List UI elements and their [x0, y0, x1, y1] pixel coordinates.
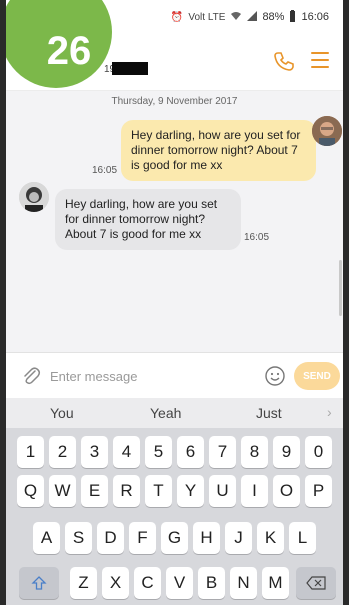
- attach-button[interactable]: [20, 365, 42, 387]
- key-g[interactable]: G: [161, 522, 188, 554]
- key-3[interactable]: 3: [81, 436, 108, 468]
- phone-icon: [274, 52, 294, 71]
- key-x[interactable]: X: [102, 567, 129, 599]
- signal-icon: [247, 10, 258, 24]
- key-y[interactable]: Y: [177, 475, 204, 507]
- key-p[interactable]: P: [305, 475, 332, 507]
- key-5[interactable]: 5: [145, 436, 172, 468]
- key-u[interactable]: U: [209, 475, 236, 507]
- network-label: Volt LTE: [188, 11, 226, 23]
- keyboard: 1 2 3 4 5 6 7 8 9 0 Q W E R T Y U I O P …: [6, 428, 343, 605]
- key-b[interactable]: B: [198, 567, 225, 599]
- key-7[interactable]: 7: [209, 436, 236, 468]
- suggestion-item[interactable]: Yeah: [150, 405, 181, 421]
- key-c[interactable]: C: [134, 567, 161, 599]
- key-6[interactable]: 6: [177, 436, 204, 468]
- alarm-icon: ⏰: [170, 11, 184, 23]
- chevron-right-icon[interactable]: ›: [327, 404, 332, 420]
- key-s[interactable]: S: [65, 522, 92, 554]
- key-4[interactable]: 4: [113, 436, 140, 468]
- key-d[interactable]: D: [97, 522, 124, 554]
- shift-icon: [31, 576, 47, 590]
- smiley-icon: [265, 366, 285, 386]
- sent-message-bubble[interactable]: Hey darling, how are you set for dinner …: [121, 120, 316, 181]
- suggestion-item[interactable]: You: [50, 405, 74, 421]
- key-w[interactable]: W: [49, 475, 76, 507]
- menu-icon: [311, 52, 329, 54]
- battery-icon: [289, 9, 296, 25]
- sent-message-time: 16:05: [92, 165, 118, 176]
- key-t[interactable]: T: [145, 475, 172, 507]
- key-r[interactable]: R: [113, 475, 140, 507]
- key-f[interactable]: F: [129, 522, 156, 554]
- contact-name-redaction: [112, 62, 148, 75]
- send-button[interactable]: SEND: [294, 362, 340, 390]
- message-input[interactable]: [48, 364, 252, 388]
- received-message-bubble[interactable]: Hey darling, how are you set for dinner …: [55, 189, 241, 250]
- key-8[interactable]: 8: [241, 436, 268, 468]
- contact-avatar[interactable]: [19, 182, 49, 212]
- received-message-time: 16:05: [244, 232, 270, 243]
- call-button[interactable]: [273, 50, 295, 72]
- key-i[interactable]: I: [241, 475, 268, 507]
- date-divider: Thursday, 9 November 2017: [111, 96, 238, 107]
- message-list[interactable]: Thursday, 9 November 2017 Hey darling, h…: [6, 90, 343, 352]
- shift-key[interactable]: [19, 567, 59, 599]
- key-k[interactable]: K: [257, 522, 284, 554]
- menu-button[interactable]: [311, 52, 329, 68]
- key-q[interactable]: Q: [17, 475, 44, 507]
- key-m[interactable]: M: [262, 567, 289, 599]
- key-v[interactable]: V: [166, 567, 193, 599]
- status-time: 16:06: [301, 11, 329, 23]
- message-composer: SEND: [6, 352, 343, 399]
- key-a[interactable]: A: [33, 522, 60, 554]
- backspace-icon: [306, 576, 326, 590]
- paperclip-icon: [24, 367, 41, 385]
- key-l[interactable]: L: [289, 522, 316, 554]
- emoji-button[interactable]: [264, 365, 286, 387]
- key-9[interactable]: 9: [273, 436, 300, 468]
- backspace-key[interactable]: [296, 567, 336, 599]
- sender-avatar: [312, 116, 342, 146]
- key-z[interactable]: Z: [70, 567, 97, 599]
- key-1[interactable]: 1: [17, 436, 44, 468]
- key-0[interactable]: 0: [305, 436, 332, 468]
- phone-screen: ⏰ Volt LTE 88% 16:06 1 9 Thursday, 9 Nove…: [6, 0, 343, 605]
- key-2[interactable]: 2: [49, 436, 76, 468]
- battery-percent: 88%: [262, 11, 285, 23]
- key-e[interactable]: E: [81, 475, 108, 507]
- scrollbar[interactable]: [339, 260, 342, 316]
- key-n[interactable]: N: [230, 567, 257, 599]
- key-h[interactable]: H: [193, 522, 220, 554]
- suggestion-item[interactable]: Just: [256, 405, 282, 421]
- suggestion-bar: You Yeah Just ›: [6, 398, 343, 428]
- key-o[interactable]: O: [273, 475, 300, 507]
- key-j[interactable]: J: [225, 522, 252, 554]
- wifi-icon: [230, 11, 242, 24]
